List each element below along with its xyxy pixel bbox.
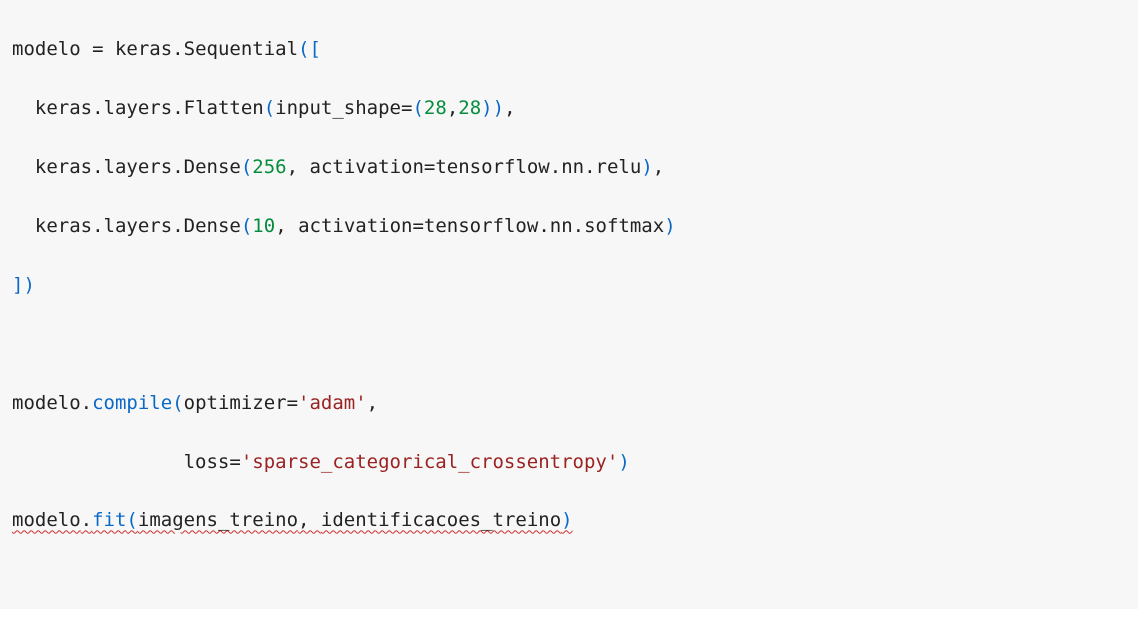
code-line: modelo.fit(imagens_treino, identificacoe… [12,506,1126,535]
notebook-cell-pair: modelo = keras.Sequential([ keras.layers… [0,0,1138,633]
blank-line [12,330,1126,359]
op-assign: = [92,38,103,60]
code-line: keras.layers.Dense(256, activation=tenso… [12,153,1126,182]
code-line: modelo = keras.Sequential([ [12,35,1126,64]
output-cell: ----------------------------------------… [0,609,1138,633]
paren-open: ( [298,38,309,60]
code-line: modelo.compile(optimizer='adam', [12,389,1126,418]
ident: modelo [12,38,92,60]
code-line: keras.layers.Flatten(input_shape=(28,28)… [12,94,1126,123]
paren-close: ) [23,274,34,296]
code-line: keras.layers.Dense(10, activation=tensor… [12,212,1126,241]
dot: . [172,38,183,60]
code-cell[interactable]: modelo = keras.Sequential([ keras.layers… [0,0,1138,609]
bracket-open: [ [309,38,320,60]
code-line: ]) [12,271,1126,300]
ident: Sequential [184,38,298,60]
ident: keras [104,38,173,60]
bracket-close: ] [12,274,23,296]
code-line: loss='sparse_categorical_crossentropy') [12,448,1126,477]
